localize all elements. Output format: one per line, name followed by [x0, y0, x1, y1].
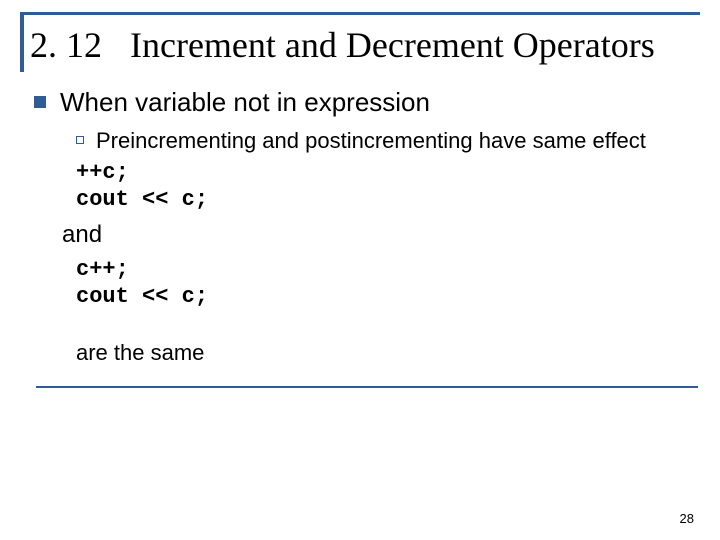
code-block-2: c++; cout << c; [34, 257, 700, 310]
level1-text: When variable not in expression [60, 86, 430, 119]
bottom-rule [36, 386, 698, 388]
slide-body: When variable not in expression Preincre… [20, 86, 700, 388]
slide: 2. 12 Increment and Decrement Operators W… [0, 0, 720, 540]
page-number: 28 [680, 511, 694, 526]
square-outline-bullet-icon [76, 136, 84, 144]
bullet-level2: Preincrementing and postincrementing hav… [76, 127, 700, 155]
level2-text: Preincrementing and postincrementing hav… [96, 127, 646, 155]
title-border: 2. 12 Increment and Decrement Operators [20, 12, 700, 72]
bullet-level1: When variable not in expression [34, 86, 700, 119]
title-text: Increment and Decrement Operators [130, 25, 655, 65]
section-number: 2. 12 [30, 25, 102, 66]
and-text: and [34, 221, 700, 249]
square-bullet-icon [34, 96, 46, 108]
level2-container: Preincrementing and postincrementing hav… [34, 127, 700, 155]
code-block-1: ++c; cout << c; [34, 160, 700, 213]
slide-title: 2. 12 Increment and Decrement Operators [30, 25, 696, 66]
conclusion-text: are the same [34, 340, 700, 366]
